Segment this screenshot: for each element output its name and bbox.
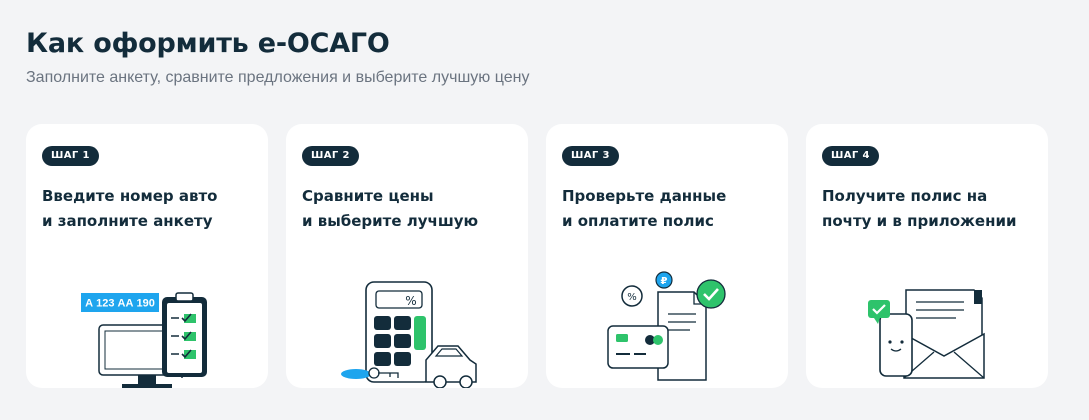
step-description: Введите номер авто и заполните анкету [42,184,257,234]
steps-list: ШАГ 1 Введите номер авто и заполните анк… [26,124,1048,388]
step-description-line: и заполните анкету [42,212,213,230]
step-badge: ШАГ 2 [302,146,359,166]
step-badge: ШАГ 1 [42,146,99,166]
step-description: Получите полис на почту и в приложении [822,184,1037,234]
step-description-line: почту и в приложении [822,212,1017,230]
currency-label: ₽ [661,276,668,287]
card-document-check-icon: ₽ % [607,271,726,381]
percent-label: % [627,292,637,303]
step-card-2: ШАГ 2 Сравните цены и выберите лучшую % [286,124,528,388]
step-description-line: Получите полис на [822,187,988,205]
step-description-line: Введите номер авто [42,187,218,205]
page-title: Как оформить е-ОСАГО [26,28,390,59]
step-card-1: ШАГ 1 Введите номер авто и заполните анк… [26,124,268,388]
plate-number: А 123 АА 190 [85,298,155,310]
step-description-line: и оплатите полис [562,212,714,230]
step-badge: ШАГ 4 [822,146,879,166]
step-description-line: Сравните цены [302,187,434,205]
calculator-car-icon: % [341,281,477,388]
monitor-clipboard-icon: А 123 АА 190 [81,292,207,388]
page-subtitle: Заполните анкету, сравните предложения и… [26,69,530,86]
step-description-line: Проверьте данные [562,187,727,205]
step-description: Сравните цены и выберите лучшую [302,184,517,234]
phone-envelope-icon [868,289,985,379]
step-card-3: ШАГ 3 Проверьте данные и оплатите полис … [546,124,788,388]
step-description: Проверьте данные и оплатите полис [562,184,777,234]
step-card-4: ШАГ 4 Получите полис на почту и в прилож… [806,124,1048,388]
step-badge: ШАГ 3 [562,146,619,166]
percent-label: % [405,294,416,308]
page: Как оформить е-ОСАГО Заполните анкету, с… [0,0,1089,420]
step-description-line: и выберите лучшую [302,212,479,230]
